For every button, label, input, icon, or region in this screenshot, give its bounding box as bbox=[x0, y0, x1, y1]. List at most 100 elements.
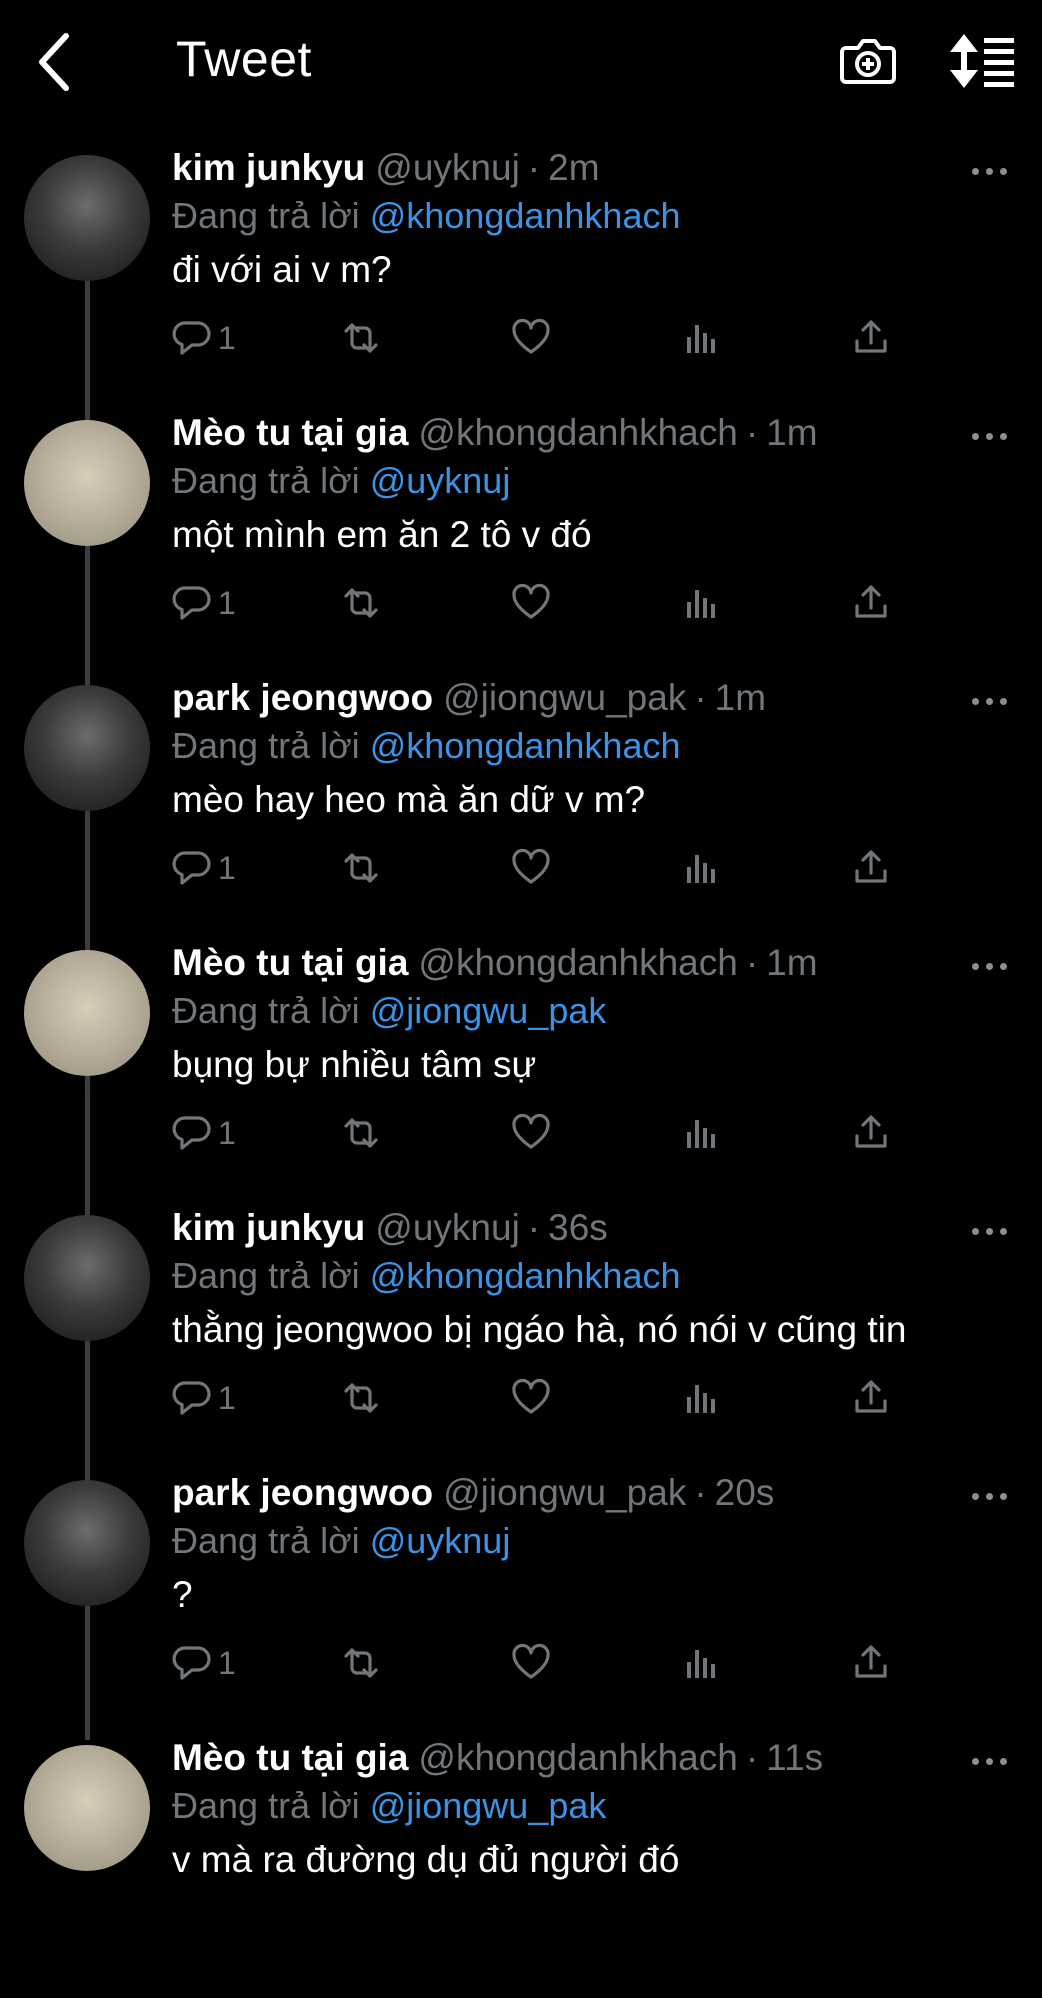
more-options-button[interactable] bbox=[972, 430, 1008, 442]
retweet-button[interactable] bbox=[340, 313, 382, 363]
replying-to-mention[interactable]: @khongdanhkhach bbox=[370, 1255, 681, 1296]
share-button[interactable] bbox=[850, 843, 892, 893]
tweet-text: đi với ai v m? bbox=[172, 249, 392, 290]
camera-plus-icon bbox=[840, 39, 896, 84]
reply-button[interactable]: 1 bbox=[170, 1108, 236, 1158]
analytics-button[interactable] bbox=[680, 1638, 722, 1688]
tweet[interactable]: park jeongwoo @jiongwu_pak · 1m Đang trả lờ… bbox=[0, 673, 1042, 938]
tweet-header: park jeongwoo @jiongwu_pak · 20s bbox=[172, 1468, 774, 1518]
like-button[interactable] bbox=[510, 313, 552, 363]
replying-to-mention[interactable]: @jiongwu_pak bbox=[370, 1785, 607, 1826]
separator-dot: · bbox=[694, 677, 707, 718]
author-handle[interactable]: @khongdanhkhach bbox=[418, 412, 737, 453]
avatar[interactable] bbox=[24, 1480, 150, 1606]
retweet-button[interactable] bbox=[340, 843, 382, 893]
analytics-button[interactable] bbox=[680, 578, 722, 628]
author-name[interactable]: park jeongwoo bbox=[172, 677, 433, 718]
separator-dot: · bbox=[745, 942, 759, 983]
author-handle[interactable]: @uyknuj bbox=[375, 147, 520, 188]
separator-dot: · bbox=[694, 1472, 707, 1513]
author-handle[interactable]: @uyknuj bbox=[375, 1207, 520, 1248]
reply-icon bbox=[172, 321, 211, 355]
replying-to-mention[interactable]: @jiongwu_pak bbox=[370, 990, 607, 1031]
chevron-left-icon bbox=[39, 33, 69, 91]
replying-to-mention[interactable]: @uyknuj bbox=[370, 1520, 511, 1561]
share-button[interactable] bbox=[850, 1638, 892, 1688]
share-icon bbox=[855, 1380, 887, 1413]
like-button[interactable] bbox=[510, 578, 552, 628]
timestamp: 11s bbox=[766, 1737, 824, 1778]
author-handle[interactable]: @jiongwu_pak bbox=[443, 677, 686, 718]
analytics-button[interactable] bbox=[680, 313, 722, 363]
like-button[interactable] bbox=[510, 1638, 552, 1688]
retweet-icon bbox=[344, 1383, 378, 1413]
reply-button[interactable]: 1 bbox=[170, 843, 236, 893]
top-bar: Tweet bbox=[0, 0, 1042, 125]
reply-button[interactable]: 1 bbox=[170, 1373, 236, 1423]
avatar[interactable] bbox=[24, 950, 150, 1076]
sort-button[interactable] bbox=[950, 32, 1016, 90]
more-options-button[interactable] bbox=[972, 1755, 1008, 1767]
retweet-button[interactable] bbox=[340, 1108, 382, 1158]
share-button[interactable] bbox=[850, 578, 892, 628]
replying-to-mention[interactable]: @uyknuj bbox=[370, 460, 511, 501]
author-handle[interactable]: @khongdanhkhach bbox=[418, 942, 737, 983]
timestamp: 2m bbox=[548, 147, 600, 188]
tweet[interactable]: Mèo tu tại gia @khongdanhkhach · 11s Đang t… bbox=[0, 1733, 1042, 1998]
more-options-button[interactable] bbox=[972, 165, 1008, 177]
more-options-button[interactable] bbox=[972, 1225, 1008, 1237]
avatar[interactable] bbox=[24, 155, 150, 281]
author-handle[interactable]: @jiongwu_pak bbox=[443, 1472, 686, 1513]
page-title: Tweet bbox=[176, 31, 312, 87]
avatar[interactable] bbox=[24, 685, 150, 811]
share-button[interactable] bbox=[850, 313, 892, 363]
avatar[interactable] bbox=[24, 1215, 150, 1341]
tweet[interactable]: park jeongwoo @jiongwu_pak · 20s Đang trả l… bbox=[0, 1468, 1042, 1733]
tweet-header: Mèo tu tại gia @khongdanhkhach · 1m bbox=[172, 938, 818, 988]
more-options-button[interactable] bbox=[972, 695, 1008, 707]
reply-button[interactable]: 1 bbox=[170, 578, 236, 628]
analytics-button[interactable] bbox=[680, 843, 722, 893]
like-button[interactable] bbox=[510, 843, 552, 893]
avatar[interactable] bbox=[24, 420, 150, 546]
more-options-button[interactable] bbox=[972, 960, 1008, 972]
retweet-button[interactable] bbox=[340, 1373, 382, 1423]
reply-button[interactable]: 1 bbox=[170, 313, 236, 363]
author-name[interactable]: Mèo tu tại gia bbox=[172, 1737, 408, 1778]
analytics-icon bbox=[687, 325, 715, 353]
like-button[interactable] bbox=[510, 1108, 552, 1158]
replying-to-mention[interactable]: @khongdanhkhach bbox=[370, 725, 681, 766]
tweet[interactable]: Mèo tu tại gia @khongdanhkhach · 1m Đang tr… bbox=[0, 408, 1042, 673]
tweet[interactable]: kim junkyu @uyknuj · 2m Đang trả lời @khong… bbox=[0, 143, 1042, 408]
author-handle[interactable]: @khongdanhkhach bbox=[418, 1737, 737, 1778]
tweet-text: một mình em ăn 2 tô v đó bbox=[172, 514, 592, 555]
author-name[interactable]: Mèo tu tại gia bbox=[172, 942, 408, 983]
replying-to-mention[interactable]: @khongdanhkhach bbox=[370, 195, 681, 236]
tweet[interactable]: Mèo tu tại gia @khongdanhkhach · 1m Đang tr… bbox=[0, 938, 1042, 1203]
camera-button[interactable] bbox=[838, 30, 898, 90]
replying-to-label: Đang trả lời bbox=[172, 195, 360, 236]
author-name[interactable]: kim junkyu bbox=[172, 147, 365, 188]
retweet-button[interactable] bbox=[340, 1638, 382, 1688]
more-options-button[interactable] bbox=[972, 1490, 1008, 1502]
retweet-button[interactable] bbox=[340, 578, 382, 628]
share-button[interactable] bbox=[850, 1108, 892, 1158]
replying-to-label: Đang trả lời bbox=[172, 725, 360, 766]
author-name[interactable]: Mèo tu tại gia bbox=[172, 412, 408, 453]
replying-to: Đang trả lời @uyknuj bbox=[172, 456, 510, 506]
back-button[interactable] bbox=[30, 28, 80, 96]
separator-dot: · bbox=[745, 1737, 759, 1778]
retweet-icon bbox=[344, 588, 378, 618]
tweet[interactable]: kim junkyu @uyknuj · 36s Đang trả lời @khon… bbox=[0, 1203, 1042, 1468]
share-button[interactable] bbox=[850, 1373, 892, 1423]
analytics-button[interactable] bbox=[680, 1373, 722, 1423]
replying-to-label: Đang trả lời bbox=[172, 990, 360, 1031]
replying-to: Đang trả lời @khongdanhkhach bbox=[172, 1251, 680, 1301]
analytics-button[interactable] bbox=[680, 1108, 722, 1158]
like-button[interactable] bbox=[510, 1373, 552, 1423]
author-name[interactable]: park jeongwoo bbox=[172, 1472, 433, 1513]
avatar[interactable] bbox=[24, 1745, 150, 1871]
tweet-actions: 1 bbox=[170, 843, 910, 893]
reply-button[interactable]: 1 bbox=[170, 1638, 236, 1688]
author-name[interactable]: kim junkyu bbox=[172, 1207, 365, 1248]
